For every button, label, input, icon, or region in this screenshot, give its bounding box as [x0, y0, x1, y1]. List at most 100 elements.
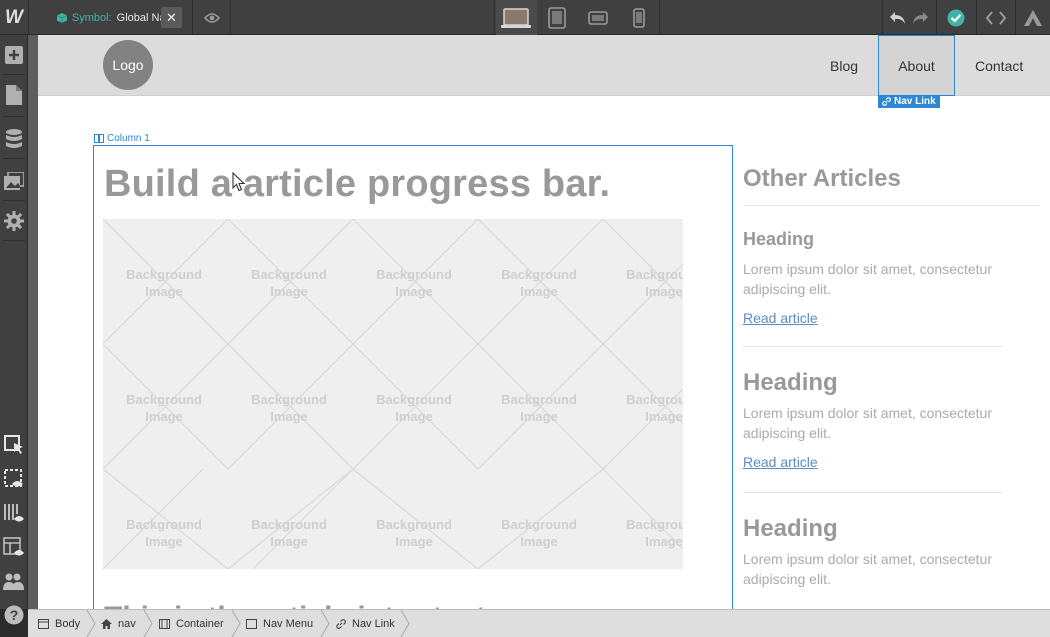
article-title[interactable]: Build a article progress bar. — [104, 163, 610, 206]
breadcrumb: Body nav Container Nav Menu Nav Link — [28, 609, 1050, 637]
placeholder-label-line: Image — [645, 409, 683, 424]
placeholder-label-line: Image — [270, 284, 308, 299]
tablet-breakpoint-button[interactable] — [537, 0, 578, 35]
nav-bar[interactable]: Logo Blog About Contact — [38, 35, 1050, 96]
placeholder-label: Background Image — [234, 516, 344, 550]
divider — [936, 0, 937, 35]
divider — [3, 116, 25, 117]
nav-link-contact[interactable]: Contact — [975, 35, 1023, 96]
layout-preview-button[interactable] — [0, 530, 28, 564]
placeholder-label-line: Image — [520, 534, 558, 549]
settings-panel-button[interactable] — [0, 204, 28, 238]
nav-menu-icon — [246, 618, 257, 629]
users-button[interactable] — [0, 564, 28, 598]
placeholder-label-line: Image — [645, 284, 683, 299]
placeholder-label-line: Background — [251, 517, 327, 532]
divider — [3, 240, 25, 241]
nav-link-blog[interactable]: Blog — [830, 35, 858, 96]
placeholder-label: Background Image — [609, 391, 683, 425]
cms-panel-button[interactable] — [0, 122, 28, 156]
link-icon — [882, 97, 891, 106]
assets-panel-button[interactable] — [0, 164, 28, 198]
select-tool-button[interactable] — [0, 428, 28, 462]
read-article-link[interactable]: Read article — [743, 310, 818, 326]
publish-icon — [1024, 9, 1042, 26]
preview-button[interactable] — [196, 0, 228, 35]
breadcrumb-nav[interactable]: nav — [101, 610, 136, 637]
article-heading[interactable]: Heading — [743, 229, 1003, 250]
breadcrumb-container[interactable]: Container — [159, 610, 224, 637]
check-circle-icon — [947, 9, 965, 26]
redo-icon[interactable] — [911, 11, 929, 25]
divider — [3, 74, 25, 75]
publish-button[interactable] — [1016, 0, 1050, 35]
canvas-gutter — [28, 35, 38, 609]
read-article-link[interactable]: Read article — [743, 454, 818, 470]
divider — [3, 200, 25, 201]
placeholder-label-line: Image — [270, 409, 308, 424]
placeholder-label: Background Image — [609, 266, 683, 300]
assets-icon — [4, 172, 24, 190]
desktop-breakpoint-button[interactable] — [495, 0, 537, 35]
eye-icon — [204, 12, 220, 23]
app-logo[interactable]: W — [0, 0, 28, 35]
article-card[interactable]: Heading Lorem ipsum dolor sit amet, cons… — [743, 369, 1003, 472]
brand-logo[interactable]: Logo — [103, 40, 153, 90]
portrait-breakpoint-button[interactable] — [619, 0, 660, 35]
help-button[interactable]: ? — [0, 598, 28, 632]
pages-panel-button[interactable] — [0, 78, 28, 112]
tablet-icon — [548, 6, 566, 29]
divider — [882, 0, 883, 35]
divider — [230, 0, 231, 35]
grid-preview-button[interactable] — [0, 496, 28, 530]
svg-text:?: ? — [10, 607, 19, 623]
add-icon — [5, 46, 23, 64]
background-image-placeholder[interactable]: Background Image Background Image Background… — [103, 219, 683, 569]
preview-element-icon — [4, 469, 23, 487]
left-toolbar — [0, 35, 28, 609]
sidebar-title[interactable]: Other Articles — [743, 165, 901, 193]
symbol-label: Symbol: — [71, 11, 112, 24]
placeholder-label: Background Image — [109, 266, 219, 300]
selected-element-tag[interactable]: Nav Link — [878, 95, 940, 108]
export-code-button[interactable] — [978, 0, 1014, 35]
article-intro-heading[interactable]: This is the article intro text — [104, 601, 486, 609]
mouse-cursor-icon — [232, 172, 246, 192]
layout-preview-icon — [3, 537, 24, 556]
placeholder-label-line: Background — [376, 517, 452, 532]
close-icon: ✕ — [166, 9, 177, 25]
column-tag[interactable]: Column 1 — [94, 132, 150, 144]
close-symbol-button[interactable]: ✕ — [161, 7, 182, 28]
add-panel-button[interactable] — [0, 38, 28, 72]
placeholder-label-line: Image — [145, 534, 183, 549]
preview-element-button[interactable] — [0, 462, 28, 496]
breadcrumb-nav-menu[interactable]: Nav Menu — [246, 610, 313, 637]
article-card[interactable]: Heading Lorem ipsum dolor sit amet, cons… — [743, 515, 1003, 589]
body-icon — [38, 618, 49, 629]
placeholder-label-line: Background — [376, 392, 452, 407]
design-canvas[interactable]: Logo Blog About Contact Nav Link Column … — [38, 35, 1050, 609]
site-status-button[interactable] — [938, 0, 974, 35]
placeholder-label: Background Image — [609, 516, 683, 550]
article-card[interactable]: Heading Lorem ipsum dolor sit amet, cons… — [743, 229, 1003, 328]
select-tool-icon — [4, 435, 23, 454]
placeholder-label: Background Image — [109, 516, 219, 550]
article-excerpt: Lorem ipsum dolor sit amet, consectetur … — [743, 261, 992, 297]
divider — [743, 205, 1040, 206]
article-heading[interactable]: Heading — [743, 369, 1003, 397]
breadcrumb-separator — [143, 610, 153, 637]
article-heading[interactable]: Heading — [743, 515, 1003, 543]
desktop-icon — [501, 7, 531, 28]
placeholder-label-line: Background — [626, 392, 683, 407]
breadcrumb-body[interactable]: Body — [38, 610, 80, 637]
nav-link-about[interactable]: About — [878, 35, 955, 96]
placeholder-label-line: Background — [126, 517, 202, 532]
placeholder-label-line: Background — [376, 267, 452, 282]
pages-icon — [6, 85, 22, 105]
undo-icon[interactable] — [889, 11, 907, 25]
landscape-breakpoint-button[interactable] — [578, 0, 619, 35]
placeholder-label-line: Background — [251, 392, 327, 407]
placeholder-label-line: Image — [645, 534, 683, 549]
placeholder-label-line: Background — [501, 517, 577, 532]
breadcrumb-nav-link[interactable]: Nav Link — [336, 610, 395, 637]
